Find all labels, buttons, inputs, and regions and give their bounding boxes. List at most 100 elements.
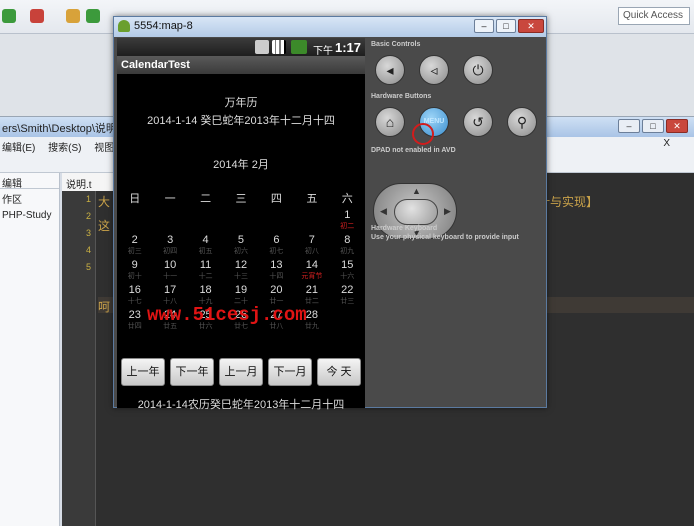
home-icon[interactable]: ⌂: [375, 107, 405, 137]
line-number: 1: [85, 194, 91, 204]
line-number: 3: [85, 228, 91, 238]
lunar-day: 初六: [233, 248, 248, 255]
weekday-label: 五: [306, 193, 318, 205]
lunar-day: 廿三: [340, 298, 355, 305]
day-number: 19: [234, 284, 248, 296]
calendar-day: [294, 210, 329, 235]
calendar-day[interactable]: 6 初七: [259, 235, 294, 260]
day-number: 17: [164, 284, 177, 296]
emulator-controls: Basic Controls ◂ ◃ ⏻ Hardware Buttons ⌂ …: [371, 41, 543, 407]
lunar-day: 十四: [269, 273, 284, 280]
calendar-day[interactable]: 22 廿三: [330, 285, 365, 310]
build-icon[interactable]: [66, 9, 80, 23]
calendar-week-row: 2 初三 3 初四 4 初五 5 初六 6 初七 7 初八 8 初九: [117, 235, 365, 260]
next-year-button[interactable]: 下一年: [170, 358, 214, 386]
calendar-day: [188, 210, 223, 235]
calendar-day: [117, 210, 152, 235]
calendar-day[interactable]: 4 初五: [188, 235, 223, 260]
dpad-right-icon[interactable]: ▶: [444, 206, 451, 217]
weekday-label: 二: [200, 193, 212, 205]
day-number: 3: [167, 234, 174, 246]
line-number: 5: [85, 262, 91, 272]
line-number: 2: [85, 211, 91, 221]
day-number: 11: [199, 259, 212, 271]
line-gutter: 1 2 3 4 5: [62, 191, 96, 526]
signal-icon: [272, 40, 286, 54]
dpad-label: DPAD not enabled in AVD: [371, 147, 456, 154]
code-line-1-tail: 计与实现】: [538, 195, 599, 209]
lunar-day: 十六: [340, 273, 355, 280]
calendar-day[interactable]: 11 十二: [188, 260, 223, 285]
calendar-day[interactable]: 10 十一: [152, 260, 187, 285]
lunar-day: 初九: [340, 248, 355, 255]
minimize-button[interactable]: –: [618, 119, 640, 133]
maximize-button[interactable]: □: [642, 119, 664, 133]
calendar-day[interactable]: 15 十六: [330, 260, 365, 285]
close-button[interactable]: ✕: [518, 19, 544, 33]
dpad-left-icon[interactable]: ◀: [380, 206, 387, 217]
lunar-day: 初八: [304, 248, 319, 255]
lunar-day: 初十: [127, 273, 142, 280]
power-icon[interactable]: ⏻: [463, 55, 493, 85]
lunar-day: 十二: [198, 273, 213, 280]
day-number: 6: [273, 234, 280, 246]
volume-down-icon[interactable]: ◂: [375, 55, 405, 85]
debug-icon[interactable]: [30, 9, 44, 23]
close-button[interactable]: ✕: [666, 119, 688, 133]
volume-up-icon[interactable]: ◃: [419, 55, 449, 85]
prev-month-button[interactable]: 上一月: [219, 358, 263, 386]
code-line-1: 大: [98, 195, 111, 209]
calendar-day: [259, 210, 294, 235]
calendar-day[interactable]: 8 初九: [330, 235, 365, 260]
dpad-up-icon[interactable]: ▲: [412, 186, 421, 196]
prev-year-button[interactable]: 上一年: [121, 358, 165, 386]
calendar-day[interactable]: 7 初八: [294, 235, 329, 260]
status-time: 1:17: [334, 40, 361, 55]
editor-window-buttons: – □ ✕: [618, 119, 688, 133]
back-icon[interactable]: ↺: [463, 107, 493, 137]
status-bar: 下午 1:17: [117, 38, 365, 57]
calendar-day[interactable]: 5 初六: [223, 235, 258, 260]
calendar-week-row: 9 初十 10 十一 11 十二 12 十三 13 十四 14 元宵节 15 十六: [117, 260, 365, 285]
search-icon[interactable]: ⚲: [507, 107, 537, 137]
project-item-php-study[interactable]: PHP-Study: [0, 208, 59, 223]
calendar-day[interactable]: 2 初三: [117, 235, 152, 260]
editor-close-x[interactable]: X: [663, 138, 670, 149]
status-ampm: 下午: [313, 46, 333, 57]
calendar-day[interactable]: 1 初二: [330, 210, 365, 235]
lunar-date-footer: 2014-1-14农历癸巳蛇年2013年十二月十四: [137, 399, 345, 411]
today-button[interactable]: 今 天: [317, 358, 361, 386]
lunar-day: 十三: [233, 273, 248, 280]
emulator-title-bar: 5554:map-8 – □ ✕: [114, 17, 546, 37]
dpad-center[interactable]: [394, 199, 438, 225]
day-number: 15: [341, 259, 354, 271]
quick-access-input[interactable]: Quick Access: [618, 7, 690, 25]
day-number: 10: [164, 259, 177, 271]
hardware-buttons-label: Hardware Buttons: [371, 93, 432, 100]
calendar-date-line: 2014-1-14 癸巳蛇年2013年十二月十四: [147, 115, 335, 127]
lunar-day: 元宵节: [301, 273, 323, 280]
day-number: 5: [237, 234, 245, 246]
calendar-day[interactable]: 9 初十: [117, 260, 152, 285]
weekday-label: 六: [341, 193, 353, 205]
calendar-day: [152, 210, 187, 235]
calendar-title: 万年历: [224, 97, 258, 109]
run-config-icon[interactable]: [86, 9, 100, 23]
maximize-button[interactable]: □: [496, 19, 516, 33]
day-number: 9: [131, 259, 138, 271]
calendar-day[interactable]: 14 元宵节: [294, 260, 329, 285]
lunar-day: 初四: [163, 248, 178, 255]
calendar-day[interactable]: 13 十四: [259, 260, 294, 285]
calendar-day: [330, 310, 365, 335]
hardware-keyboard-hint: Use your physical keyboard to provide in…: [371, 234, 519, 241]
weekday-label: 一: [164, 193, 176, 205]
project-item-workspace[interactable]: 作区: [0, 189, 59, 208]
calendar-day[interactable]: 3 初四: [152, 235, 187, 260]
calendar-day: [223, 210, 258, 235]
day-number: 8: [344, 234, 351, 246]
run-icon[interactable]: [2, 9, 16, 23]
next-month-button[interactable]: 下一月: [268, 358, 312, 386]
calendar-day[interactable]: 12 十三: [223, 260, 258, 285]
minimize-button[interactable]: –: [474, 19, 494, 33]
phone-screen: 下午 1:17 CalendarTest 万年历 2014-1-14 癸巳蛇年2…: [117, 38, 365, 411]
